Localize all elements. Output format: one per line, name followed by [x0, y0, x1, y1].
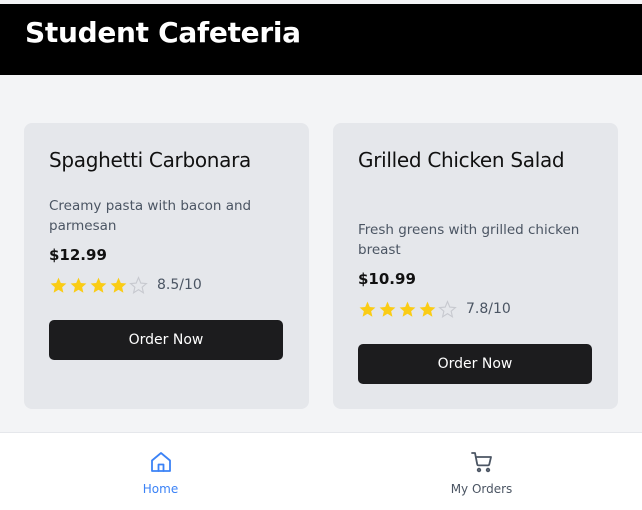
- star-filled-icon: [419, 301, 436, 317]
- page-title: Student Cafeteria: [25, 16, 301, 49]
- order-now-button[interactable]: Order Now: [358, 344, 592, 384]
- order-now-button[interactable]: Order Now: [49, 320, 283, 360]
- app-screen: Student Cafeteria Spaghetti Carbonara Cr…: [0, 0, 642, 510]
- menu-item-rating: 8.5/10: [49, 274, 202, 296]
- menu-item-name: Grilled Chicken Salad: [358, 148, 565, 172]
- menu-item-price: $12.99: [49, 246, 107, 264]
- star-empty-icon: [129, 275, 148, 294]
- menu-item-description: Fresh greens with grilled chicken breast: [358, 222, 580, 258]
- star-rating: [358, 299, 457, 319]
- cart-icon: [470, 452, 492, 473]
- menu-item-card: Spaghetti Carbonara Creamy pasta with ba…: [24, 123, 309, 409]
- nav-item-my-orders[interactable]: My Orders: [321, 433, 642, 510]
- star-rating: [49, 275, 148, 295]
- app-header: Student Cafeteria: [0, 4, 642, 75]
- nav-item-home[interactable]: Home: [0, 433, 321, 510]
- star-filled-icon: [90, 277, 107, 293]
- star-filled-icon: [379, 301, 396, 317]
- menu-item-card: Grilled Chicken Salad Fresh greens with …: [333, 123, 618, 409]
- menu-item-rating: 7.8/10: [358, 298, 511, 320]
- menu-item-price: $10.99: [358, 270, 416, 288]
- menu-item-description: Creamy pasta with bacon and parmesan: [49, 198, 252, 234]
- home-icon: [150, 452, 171, 472]
- menu-item-name: Spaghetti Carbonara: [49, 148, 252, 172]
- nav-label-my-orders: My Orders: [450, 482, 513, 496]
- rating-score: 8.5/10: [157, 277, 202, 293]
- star-filled-icon: [70, 277, 87, 293]
- star-filled-icon: [359, 301, 376, 317]
- bottom-nav: Home My Orders: [0, 432, 642, 510]
- star-filled-icon: [50, 277, 67, 293]
- nav-label-home: Home: [142, 482, 179, 496]
- star-filled-icon: [399, 301, 416, 317]
- rating-score: 7.8/10: [466, 301, 511, 317]
- star-empty-icon: [438, 299, 457, 318]
- star-filled-icon: [110, 277, 127, 293]
